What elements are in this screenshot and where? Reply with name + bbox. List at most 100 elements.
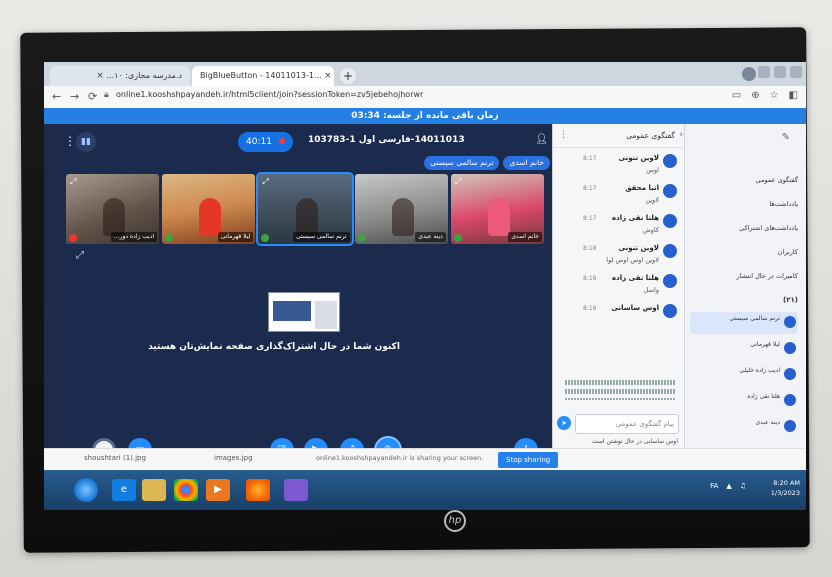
participant-figure: [488, 198, 511, 236]
bbb-app: ⋮ ▮▮ 40:11 14011013-فارسی اول 1-103783 👤…: [44, 124, 806, 474]
expand-icon[interactable]: ⤢: [262, 177, 268, 187]
video-name: دینه عبدی: [415, 232, 446, 242]
bbb-logo-icon[interactable]: ▮▮: [76, 132, 96, 152]
close-tab-icon[interactable]: ×: [324, 71, 332, 81]
chat-message: لاوین تنونی 8:17 اوس: [553, 152, 685, 182]
video-tile[interactable]: لیلا قهرمانی: [162, 174, 256, 244]
mic-icon: [261, 234, 270, 242]
screen: د.مدرسه مجازی: ۱۰... × BigBlueButton - 1…: [44, 62, 806, 510]
participant-figure: [103, 198, 126, 236]
chat-messages: لاوین تنونی 8:17 اوس انیا محقق 8:17 لاوی…: [553, 152, 685, 400]
userlist-item-cameras[interactable]: کامیرات در حال انتشار: [737, 272, 798, 280]
firefox-icon[interactable]: [246, 479, 270, 501]
address-bar: ← → ⟳ 🔒︎ online1.kooshshpayandeh.ir/html…: [44, 86, 806, 108]
minimize-button[interactable]: [758, 66, 770, 78]
recording-time: 40:11: [246, 137, 272, 147]
userlist-item-shared-notes[interactable]: یادداشت‌های اشتراکی: [739, 224, 798, 232]
forward-arrow-icon[interactable]: →: [70, 90, 79, 103]
chrome-icon[interactable]: [174, 479, 198, 501]
file-explorer-icon[interactable]: [142, 479, 166, 501]
url-field[interactable]: online1.kooshshpayandeh.ir/html5client/j…: [116, 90, 423, 99]
user-entry[interactable]: ترنم سالمی سیستی: [690, 312, 798, 334]
video-tile[interactable]: ⤢ ادیب زاده دور...: [66, 174, 160, 244]
send-button[interactable]: ➤: [557, 416, 571, 430]
meeting-title: 14011013-فارسی اول 1-103783: [308, 135, 465, 145]
avatar: [663, 214, 677, 228]
video-tile[interactable]: ⤢ ترنم سالمی سیستی: [256, 172, 354, 246]
sidebar-icon[interactable]: ◧: [789, 90, 798, 101]
chat-message: لاوین تنونی 8:18 لاوین اوس اوس لوا: [553, 242, 685, 272]
avatar: [663, 154, 677, 168]
tab-label: د.مدرسه مجازی: ۱۰...: [106, 71, 182, 80]
video-tile[interactable]: ⤢ خانم اسدی: [450, 174, 545, 244]
clock[interactable]: 8:20 AM 1/3/2023: [771, 478, 800, 498]
network-icon[interactable]: ▲: [726, 482, 731, 490]
tab-school[interactable]: د.مدرسه مجازی: ۱۰... ×: [50, 66, 190, 86]
profile-avatar[interactable]: [742, 67, 756, 81]
video-name: خانم اسدی: [508, 232, 543, 242]
star-icon[interactable]: ☆: [770, 90, 779, 101]
avatar: [663, 274, 677, 288]
participant-figure: [295, 198, 318, 236]
screen-share-indicator-icon[interactable]: ▭: [732, 90, 741, 101]
userlist-item-users[interactable]: کاربران: [778, 248, 798, 256]
avatar: [784, 316, 796, 328]
participant-figure: [391, 198, 414, 236]
recording-timer[interactable]: 40:11: [238, 132, 293, 152]
user-name: ادیب زاده خلیلی: [739, 367, 780, 374]
user-entry[interactable]: دینه عبدی: [690, 416, 798, 438]
new-tab-button[interactable]: +: [340, 68, 356, 84]
message-text: کاوش: [642, 226, 659, 234]
talker-badge[interactable]: ترنم سالمی سیستی: [424, 156, 500, 170]
zoom-icon[interactable]: ⊕: [751, 90, 759, 101]
message-time: 8:18: [583, 305, 597, 312]
remaining-time-banner: زمان باقی مانده از جلسه: 03:34: [44, 108, 806, 124]
volume-icon[interactable]: ♫: [740, 482, 746, 490]
user-entry[interactable]: ادیب زاده خلیلی: [690, 364, 798, 386]
lock-icon[interactable]: 🔒︎: [104, 90, 109, 100]
app-icon[interactable]: [284, 479, 308, 501]
chat-message: انیا محقق 8:17 لاوین: [553, 182, 685, 212]
userlist-panel: ✎ گفتگوی عمومی یادداشت‌ها یادداشت‌های اش…: [684, 124, 806, 474]
participant-figure: [199, 198, 222, 236]
userlist-item-notes[interactable]: یادداشت‌ها: [769, 200, 798, 208]
back-arrow-icon[interactable]: ←: [52, 90, 61, 103]
avatar: [663, 184, 677, 198]
hp-logo: hp: [444, 510, 466, 532]
maximize-button[interactable]: [774, 66, 786, 78]
clock-date: 1/3/2023: [770, 489, 800, 497]
chevron-right-icon[interactable]: ›: [679, 130, 683, 140]
user-entry[interactable]: هلنا نقی زاده: [690, 390, 798, 412]
reload-icon[interactable]: ⟳: [88, 90, 97, 103]
download-item[interactable]: images.jpg: [214, 454, 253, 462]
video-tile[interactable]: دینه عبدی: [354, 174, 448, 244]
expand-icon[interactable]: ⤢: [455, 177, 461, 187]
message-sender: انیا محقق: [625, 184, 659, 192]
mic-icon: [165, 234, 174, 242]
close-tab-icon[interactable]: ×: [96, 71, 104, 81]
download-item[interactable]: shoushtari (1).jpg: [84, 454, 146, 462]
stop-sharing-button[interactable]: Stop sharing: [498, 452, 559, 468]
tab-bigbluebutton[interactable]: BigBlueButton - 14011013-1... ×: [192, 66, 334, 86]
talker-badge[interactable]: خانم اسدی: [503, 156, 550, 170]
chat-options-icon[interactable]: ⋮: [559, 130, 568, 140]
start-button[interactable]: [74, 478, 98, 502]
media-player-icon[interactable]: ▶: [206, 479, 230, 501]
internet-explorer-icon[interactable]: e: [112, 479, 136, 501]
fullscreen-icon[interactable]: ⤢: [76, 250, 84, 261]
avatar: [784, 394, 796, 406]
typing-indicator: اوس ساسانی در حال نوشتن است: [591, 438, 678, 445]
sharing-notice: online1.kooshshpayandeh.ir is sharing yo…: [316, 454, 484, 462]
chat-input[interactable]: پیام گفتگوی عمومی: [575, 414, 679, 434]
expand-icon[interactable]: ⤢: [70, 177, 76, 187]
language-indicator[interactable]: FA: [710, 482, 718, 490]
user-entry[interactable]: لیلا قهرمانی: [690, 338, 798, 360]
close-window-button[interactable]: [790, 66, 802, 78]
clock-time: 8:20 AM: [773, 479, 800, 487]
user-settings-icon[interactable]: 👤︎: [535, 134, 548, 145]
options-menu-icon[interactable]: ⋮: [64, 134, 76, 148]
userlist-item-public-chat[interactable]: گفتگوی عمومی: [756, 176, 798, 184]
mic-muted-icon: [69, 234, 77, 242]
user-name: هلنا نقی زاده: [747, 393, 780, 400]
school-logo: ✎: [781, 132, 790, 143]
